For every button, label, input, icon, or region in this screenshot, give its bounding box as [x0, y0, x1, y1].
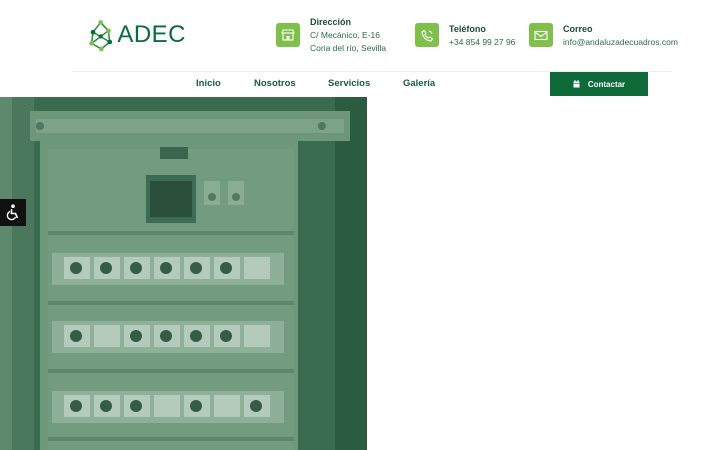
- accessibility-button[interactable]: [0, 199, 26, 226]
- molecule-logo-icon: [89, 20, 113, 52]
- hero-image: [0, 97, 367, 450]
- contact-button-label: Contactar: [587, 79, 626, 89]
- phone-number[interactable]: +34 854 99 27 96: [449, 36, 515, 49]
- contact-button[interactable]: Contactar: [550, 72, 648, 96]
- address-title: Dirección: [310, 17, 352, 27]
- site-header: ADEC Dirección C/ Mecánico, E-16 Coria d…: [0, 0, 720, 72]
- email-title: Correo: [563, 24, 593, 34]
- calendar-icon: [573, 80, 580, 88]
- address-line-1: C/ Mecánico, E-16: [310, 30, 380, 40]
- address-info: Dirección C/ Mecánico, E-16 Coria del rí…: [276, 16, 386, 55]
- building-icon: [276, 23, 300, 47]
- envelope-icon: [529, 23, 553, 47]
- phone-title: Teléfono: [449, 24, 486, 34]
- site-logo[interactable]: ADEC: [86, 10, 186, 60]
- accessibility-icon: [6, 204, 19, 221]
- email-address[interactable]: info@andaluzadecuadros.com: [563, 36, 678, 49]
- logo-text: ADEC: [117, 21, 186, 48]
- phone-icon: [415, 23, 439, 47]
- email-info: Correo info@andaluzadecuadros.com: [529, 16, 678, 49]
- nav-item-inicio[interactable]: Inicio: [196, 78, 221, 89]
- phone-info: Teléfono +34 854 99 27 96: [415, 16, 515, 49]
- address-line-2: Coria del río, Sevilla: [310, 43, 387, 53]
- electrical-cabinet-photo: [0, 97, 367, 450]
- nav-item-servicios[interactable]: Servicios: [328, 78, 370, 89]
- nav-item-galeria[interactable]: Galería: [403, 78, 435, 89]
- nav-item-nosotros[interactable]: Nosotros: [254, 78, 296, 89]
